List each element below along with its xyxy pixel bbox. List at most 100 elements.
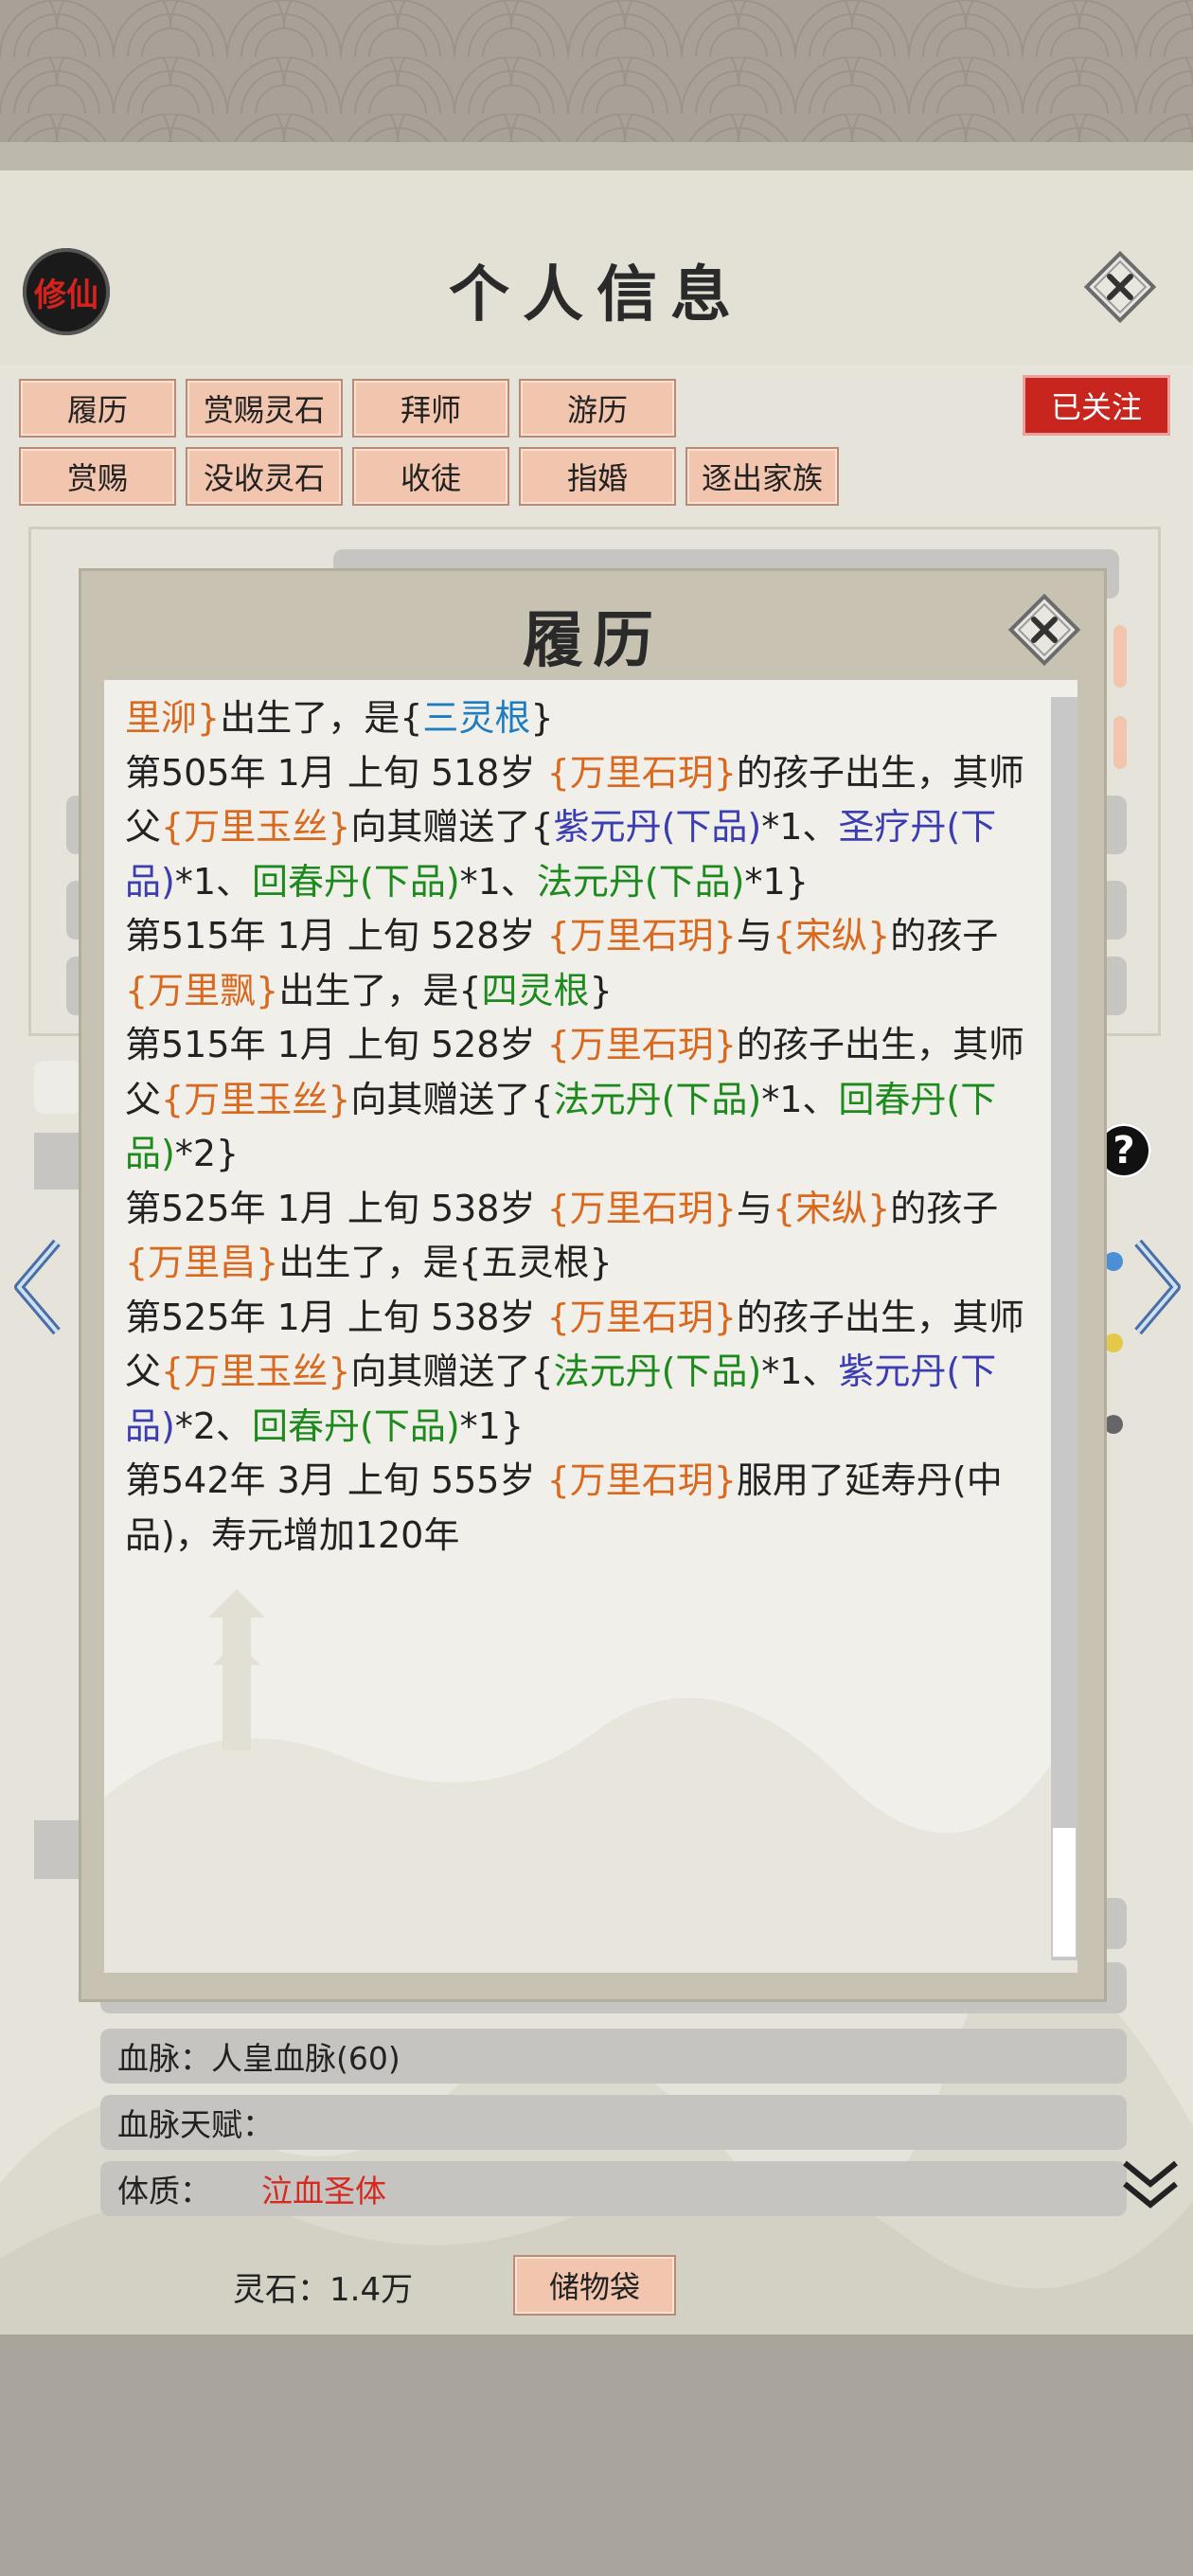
page-title: 个人信息 xyxy=(449,259,744,331)
history-content[interactable]: 里泖}出生了，是{三灵根} 第505年 1月 上旬 518岁 {万里石玥}的孩子出… xyxy=(104,680,1077,1973)
history-text-segment: 向其赠送了{ xyxy=(350,1351,554,1392)
history-text-segment: {宋纵} xyxy=(772,1187,891,1229)
confiscate-spirit-stone-button[interactable]: 没收灵石 xyxy=(186,447,343,506)
history-text-segment: 第505年 1月 上旬 518岁 xyxy=(125,751,547,794)
top-decor-band xyxy=(0,0,1193,170)
history-text-segment: *2} xyxy=(174,1133,240,1174)
indicator-gray xyxy=(1104,1415,1123,1434)
bloodline-talent-row: 血脉天赋： xyxy=(100,2095,1127,2150)
history-list: 里泖}出生了，是{三灵根} 第505年 1月 上旬 518岁 {万里石玥}的孩子出… xyxy=(125,691,1036,1563)
history-text-segment: } xyxy=(530,697,554,739)
history-text-segment: 第525年 1月 上旬 538岁 xyxy=(125,1187,547,1229)
history-entry: 第515年 1月 上旬 528岁 {万里石玥}与{宋纵}的孩子 {万里飘}出生了，… xyxy=(125,909,1036,1018)
history-text-segment: } xyxy=(589,969,613,1011)
history-text-segment: {万里石玥} xyxy=(546,751,737,794)
travel-button[interactable]: 游历 xyxy=(519,379,676,438)
history-text-segment: {万里石玥} xyxy=(546,1187,737,1229)
history-entry: 第525年 1月 上旬 538岁 {万里石玥}的孩子出生，其师父{万里玉丝}向其… xyxy=(125,1291,1036,1455)
apprentice-to-master-button[interactable]: 拜师 xyxy=(352,379,509,438)
section-header-edge xyxy=(34,1820,81,1879)
history-text-segment: {万里石玥} xyxy=(546,1296,737,1338)
history-text-segment: 法元丹(下品) xyxy=(536,860,745,903)
spirit-stone-display: 灵石：1.4万 xyxy=(233,2263,413,2310)
history-modal-title: 履历 xyxy=(523,605,663,676)
history-text-segment: {宋纵} xyxy=(772,915,891,957)
history-text-segment: *1、 xyxy=(761,1078,839,1120)
profile-button-edge xyxy=(1113,625,1127,688)
physique-row: 体质： 泣血圣体 xyxy=(100,2161,1127,2216)
arrange-marriage-button[interactable]: 指婚 xyxy=(519,447,676,506)
physique-value: 泣血圣体 xyxy=(261,2173,386,2209)
spirit-stone-value: 1.4万 xyxy=(329,2271,414,2309)
expel-from-family-button[interactable]: 逐出家族 xyxy=(686,447,839,506)
prev-arrow-icon[interactable] xyxy=(9,1235,66,1339)
bloodline-value: 人皇血脉(60) xyxy=(211,2040,401,2077)
history-text-segment: {万里石玥} xyxy=(546,1024,737,1065)
history-text-segment: 向其赠送了{ xyxy=(350,1078,554,1120)
history-text-segment: {万里玉丝} xyxy=(161,806,351,848)
history-text-segment: 出生了，是{ xyxy=(278,969,482,1011)
history-text-segment: {万里飘} xyxy=(125,969,279,1011)
history-text-segment: 出生了，是{五灵根} xyxy=(278,1242,613,1283)
history-entry: 第525年 1月 上旬 538岁 {万里石玥}与{宋纵}的孩子 {万里昌}出生了，… xyxy=(125,1182,1036,1291)
history-text-segment: 第525年 1月 上旬 538岁 xyxy=(125,1296,547,1338)
bloodline-label: 血脉： xyxy=(117,2040,211,2077)
reward-button[interactable]: 赏赐 xyxy=(19,447,176,506)
close-icon xyxy=(1083,250,1157,324)
history-text-segment: *2、 xyxy=(174,1404,253,1447)
history-text-segment: 第515年 1月 上旬 528岁 xyxy=(125,915,547,957)
history-text-segment: *1、 xyxy=(459,860,537,903)
history-text-segment: 回春丹(下品) xyxy=(252,860,460,903)
spirit-stone-label: 灵石： xyxy=(233,2271,329,2309)
landscape-watermark-icon xyxy=(104,1589,1077,1973)
take-disciple-button[interactable]: 收徒 xyxy=(352,447,509,506)
bloodline-row: 血脉： 人皇血脉(60) xyxy=(100,2029,1127,2084)
history-text-segment: 的孩子 xyxy=(890,915,999,957)
close-page-button[interactable] xyxy=(1079,246,1161,328)
scrollbar-thumb[interactable] xyxy=(1053,1828,1076,1957)
history-text-segment: {万里玉丝} xyxy=(161,1078,351,1120)
history-text-segment: {万里昌} xyxy=(125,1242,279,1283)
indicator-yellow xyxy=(1104,1333,1123,1352)
history-text-segment: 出生了，是{ xyxy=(220,697,423,739)
history-entry: 里泖}出生了，是{三灵根} xyxy=(125,691,1036,746)
close-modal-button[interactable] xyxy=(1004,589,1085,671)
history-text-segment: 法元丹(下品) xyxy=(553,1351,762,1392)
history-text-segment: 法元丹(下品) xyxy=(553,1078,762,1120)
history-entry: 第505年 1月 上旬 518岁 {万里石玥}的孩子出生，其师父{万里玉丝}向其… xyxy=(125,746,1036,910)
followed-badge[interactable]: 已关注 xyxy=(1023,375,1170,436)
reward-spirit-stone-button[interactable]: 赏赐灵石 xyxy=(186,379,343,438)
history-entry: 第542年 3月 上旬 555岁 {万里石玥}服用了延寿丹(中品)，寿元增加12… xyxy=(125,1454,1036,1563)
section-header-edge xyxy=(34,1133,81,1190)
history-text-segment: 向其赠送了{ xyxy=(350,806,554,848)
storage-bag-button[interactable]: 储物袋 xyxy=(513,2255,676,2316)
history-text-segment: *1、 xyxy=(174,860,253,903)
history-text-segment: 里泖} xyxy=(125,697,221,739)
bloodline-talent-label: 血脉天赋： xyxy=(117,2106,274,2143)
history-text-segment: {万里石玥} xyxy=(546,915,737,957)
scrollbar-track[interactable] xyxy=(1051,697,1077,1960)
history-text-segment: *1} xyxy=(459,1404,525,1447)
history-text-segment: 回春丹(下品) xyxy=(252,1404,460,1447)
history-text-segment: *1} xyxy=(744,860,809,903)
history-entry: 第515年 1月 上旬 528岁 {万里石玥}的孩子出生，其师父{万里玉丝}向其… xyxy=(125,1018,1036,1182)
history-text-segment: 三灵根 xyxy=(422,697,531,739)
history-text-segment: 与 xyxy=(736,1187,773,1229)
close-icon xyxy=(1007,593,1081,667)
history-text-segment: *1、 xyxy=(761,1351,839,1392)
history-text-segment: {万里石玥} xyxy=(546,1459,737,1501)
help-icon[interactable]: ? xyxy=(1096,1123,1151,1178)
history-button[interactable]: 履历 xyxy=(19,379,176,438)
history-text-segment: 四灵根 xyxy=(481,969,590,1011)
profile-button-edge xyxy=(1113,716,1127,769)
next-arrow-icon[interactable] xyxy=(1129,1235,1185,1339)
tab-edge xyxy=(34,1061,81,1114)
history-text-segment: *1、 xyxy=(761,806,839,848)
history-text-segment: 第515年 1月 上旬 528岁 xyxy=(125,1024,547,1065)
physique-label: 体质： xyxy=(117,2173,211,2209)
history-text-segment: 紫元丹(下品) xyxy=(553,806,762,848)
expand-down-icon[interactable] xyxy=(1119,2156,1182,2212)
history-text-segment: 第542年 3月 上旬 555岁 xyxy=(125,1459,547,1501)
history-text-segment: 的孩子 xyxy=(890,1187,999,1229)
indicator-blue xyxy=(1104,1252,1123,1271)
